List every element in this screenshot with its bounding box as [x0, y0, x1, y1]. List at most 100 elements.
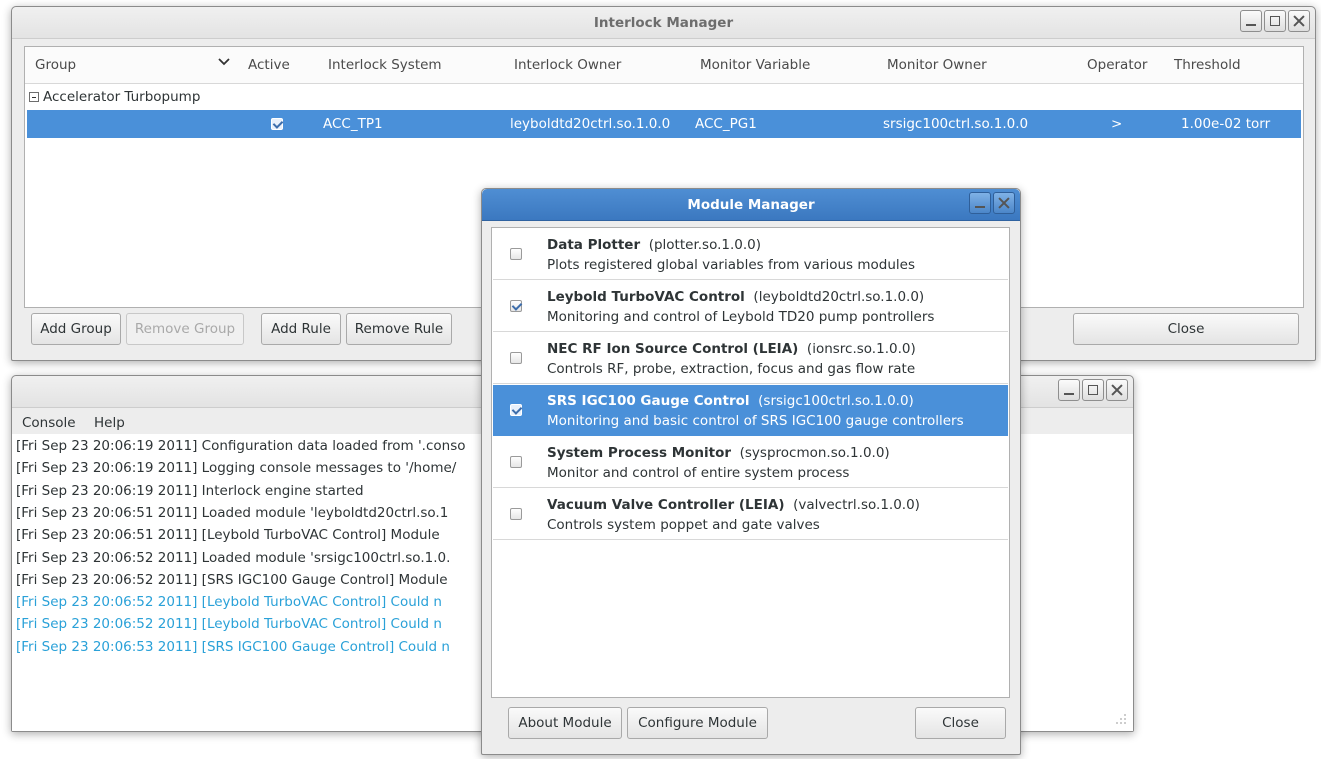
add-group-button[interactable]: Add Group — [31, 313, 121, 345]
minimize-icon — [970, 193, 990, 213]
module-enable-checkbox[interactable] — [510, 508, 522, 520]
close-icon — [1107, 380, 1127, 400]
module-name: System Process Monitor — [547, 445, 732, 461]
configure-module-button[interactable]: Configure Module — [627, 707, 768, 739]
minimize-icon — [1059, 380, 1079, 400]
close-window-button[interactable] — [993, 192, 1015, 214]
log-line: [Fri Sep 23 20:06:19 2011] Configuration… — [16, 438, 466, 454]
module-description: Monitoring and control of Leybold TD20 p… — [547, 309, 935, 325]
column-header-operator[interactable]: Operator — [1087, 57, 1147, 73]
close-icon — [1289, 11, 1309, 31]
module-row[interactable]: SRS IGC100 Gauge Control (srsigc100ctrl.… — [493, 385, 1008, 436]
group-name: Accelerator Turbopump — [43, 89, 201, 105]
module-description: Monitor and control of entire system pro… — [547, 465, 850, 481]
maximize-icon — [1265, 11, 1285, 31]
interlock-close-button[interactable]: Close — [1073, 313, 1299, 345]
log-line: [Fri Sep 23 20:06:52 2011] [Leybold Turb… — [16, 594, 442, 611]
module-row[interactable]: Data Plotter (plotter.so.1.0.0) Plots reg… — [493, 229, 1008, 280]
remove-group-button[interactable]: Remove Group — [126, 313, 244, 345]
log-line: [Fri Sep 23 20:06:52 2011] Loaded module… — [16, 549, 451, 566]
module-manager-window: Module Manager Data Plotter (plotter.so.… — [481, 188, 1021, 755]
log-line: [Fri Sep 23 20:06:51 2011] [Leybold Turb… — [16, 527, 440, 544]
module-title-line: Leybold TurboVAC Control (leyboldtd20ctr… — [547, 289, 924, 305]
monitor-variable-cell: ACC_PG1 — [695, 116, 757, 132]
log-line: [Fri Sep 23 20:06:53 2011] [SRS IGC100 G… — [16, 638, 450, 655]
module-description: Controls system poppet and gate valves — [547, 517, 820, 533]
module-row[interactable]: Leybold TurboVAC Control (leyboldtd20ctr… — [493, 281, 1008, 332]
module-enable-checkbox[interactable] — [510, 300, 522, 312]
module-title-line: System Process Monitor (sysprocmon.so.1.… — [547, 445, 890, 461]
module-name: NEC RF Ion Source Control (LEIA) — [547, 341, 799, 357]
maximize-button[interactable] — [1082, 379, 1104, 401]
maximize-icon — [1083, 380, 1103, 400]
column-header-interlock-system[interactable]: Interlock System — [328, 57, 442, 73]
module-name: SRS IGC100 Gauge Control — [547, 393, 750, 409]
module-title: Module Manager — [687, 197, 815, 213]
table-row[interactable]: ACC_TP1 leyboldtd20ctrl.so.1.0.0 ACC_PG1… — [27, 110, 1301, 138]
menu-console[interactable]: Console — [22, 415, 76, 431]
module-enable-checkbox[interactable] — [510, 352, 522, 364]
column-header-group[interactable]: Group — [35, 57, 76, 73]
active-checkbox[interactable] — [271, 118, 283, 130]
remove-rule-button[interactable]: Remove Rule — [346, 313, 452, 345]
table-header: Group Active Interlock System Interlock … — [25, 47, 1303, 84]
close-icon — [994, 193, 1014, 213]
column-header-active[interactable]: Active — [248, 57, 290, 73]
interlock-title: Interlock Manager — [593, 15, 734, 31]
collapse-icon[interactable] — [29, 92, 39, 102]
module-title-line: NEC RF Ion Source Control (LEIA) (ionsrc… — [547, 341, 916, 357]
column-header-monitor-variable[interactable]: Monitor Variable — [700, 57, 810, 73]
log-line: [Fri Sep 23 20:06:19 2011] Interlock eng… — [16, 482, 364, 499]
column-header-interlock-owner[interactable]: Interlock Owner — [514, 57, 621, 73]
module-enable-checkbox[interactable] — [510, 404, 522, 416]
module-list[interactable]: Data Plotter (plotter.so.1.0.0) Plots reg… — [491, 227, 1010, 698]
module-name: Data Plotter — [547, 237, 641, 253]
module-row[interactable]: NEC RF Ion Source Control (LEIA) (ionsrc… — [493, 333, 1008, 384]
module-enable-checkbox[interactable] — [510, 248, 522, 260]
interlock-system-cell: ACC_TP1 — [323, 116, 383, 132]
minimize-button[interactable] — [1058, 379, 1080, 401]
group-row[interactable]: Accelerator Turbopump — [25, 85, 1303, 109]
module-description: Plots registered global variables from v… — [547, 257, 915, 273]
column-header-threshold[interactable]: Threshold — [1174, 57, 1241, 73]
log-line: [Fri Sep 23 20:06:52 2011] [SRS IGC100 G… — [16, 571, 448, 588]
module-name: Leybold TurboVAC Control — [547, 289, 745, 305]
menu-help[interactable]: Help — [94, 415, 125, 431]
module-title-line: Vacuum Valve Controller (LEIA) (valvectr… — [547, 497, 920, 513]
about-module-button[interactable]: About Module — [508, 707, 622, 739]
module-file: (ionsrc.so.1.0.0) — [806, 341, 916, 357]
module-file: (plotter.so.1.0.0) — [648, 237, 762, 253]
module-name: Vacuum Valve Controller (LEIA) — [547, 497, 785, 513]
add-rule-button[interactable]: Add Rule — [261, 313, 341, 345]
module-close-button[interactable]: Close — [915, 707, 1006, 739]
close-window-button[interactable] — [1288, 10, 1310, 32]
module-row[interactable]: Vacuum Valve Controller (LEIA) (valvectr… — [493, 489, 1008, 540]
module-row[interactable]: System Process Monitor (sysprocmon.so.1.… — [493, 437, 1008, 488]
operator-cell: > — [1111, 116, 1123, 132]
interlock-titlebar[interactable]: Interlock Manager — [12, 7, 1315, 39]
interlock-owner-cell: leyboldtd20ctrl.so.1.0.0 — [510, 116, 671, 132]
column-header-monitor-owner[interactable]: Monitor Owner — [887, 57, 987, 73]
module-title-line: Data Plotter (plotter.so.1.0.0) — [547, 237, 761, 253]
chevron-down-icon[interactable] — [217, 55, 231, 69]
module-enable-checkbox[interactable] — [510, 456, 522, 468]
minimize-button[interactable] — [1240, 10, 1262, 32]
resize-grip-icon[interactable] — [1115, 713, 1127, 725]
module-file: (srsigc100ctrl.so.1.0.0) — [758, 393, 914, 409]
module-titlebar[interactable]: Module Manager — [482, 189, 1020, 221]
module-file: (sysprocmon.so.1.0.0) — [739, 445, 890, 461]
module-file: (leyboldtd20ctrl.so.1.0.0) — [753, 289, 925, 305]
threshold-cell: 1.00e-02 torr — [1181, 116, 1271, 132]
module-description: Monitoring and basic control of SRS IGC1… — [547, 413, 964, 429]
log-line: [Fri Sep 23 20:06:51 2011] Loaded module… — [16, 504, 449, 521]
module-file: (valvectrl.so.1.0.0) — [793, 497, 920, 513]
module-description: Controls RF, probe, extraction, focus an… — [547, 361, 916, 377]
close-window-button[interactable] — [1106, 379, 1128, 401]
minimize-icon — [1241, 11, 1261, 31]
monitor-owner-cell: srsigc100ctrl.so.1.0.0 — [883, 116, 1029, 132]
module-title-line: SRS IGC100 Gauge Control (srsigc100ctrl.… — [547, 393, 914, 409]
minimize-button[interactable] — [969, 192, 991, 214]
maximize-button[interactable] — [1264, 10, 1286, 32]
log-line: [Fri Sep 23 20:06:19 2011] Logging conso… — [16, 460, 457, 477]
log-line: [Fri Sep 23 20:06:52 2011] [Leybold Turb… — [16, 616, 442, 633]
